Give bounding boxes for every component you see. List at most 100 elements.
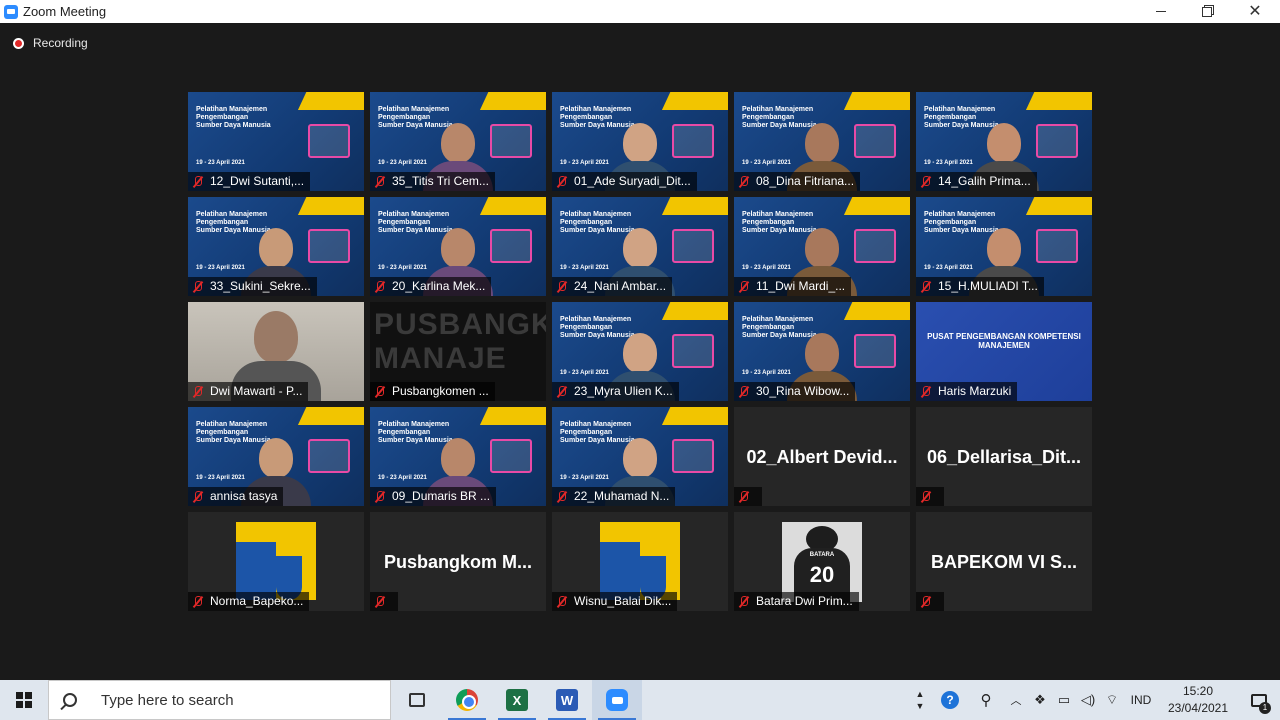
banner-date: 19 - 23 April 2021	[378, 475, 427, 481]
participant-name-label: Wisnu_Balai Dik...	[552, 592, 678, 611]
chrome-icon	[456, 689, 478, 711]
banner-date: 19 - 23 April 2021	[924, 265, 973, 271]
banner-date: 19 - 23 April 2021	[560, 265, 609, 271]
participant-tile[interactable]: 06_Dellarisa_Dit...	[916, 407, 1092, 506]
muted-mic-icon	[374, 175, 386, 188]
word-icon: W	[556, 689, 578, 711]
muted-mic-icon	[920, 595, 932, 608]
participant-name-label: 01_Ade Suryadi_Dit...	[552, 172, 697, 191]
participant-tile[interactable]: Pelatihan Manajemen Pengembangan Sumber …	[552, 407, 728, 506]
participant-tile[interactable]: Norma_Bapeko...	[188, 512, 364, 611]
minimize-button[interactable]	[1138, 0, 1184, 23]
participant-tile[interactable]: Pelatihan Manajemen Pengembangan Sumber …	[916, 197, 1092, 296]
participant-name-label	[916, 592, 944, 611]
pu-logo-avatar	[236, 522, 316, 600]
banner-date: 19 - 23 April 2021	[742, 160, 791, 166]
participant-name-label: 30_Rina Wibow...	[734, 382, 856, 401]
participant-name: annisa tasya	[210, 489, 278, 503]
tray-help[interactable]: ?	[932, 680, 968, 720]
participant-tile[interactable]: Pusbangkom M...	[370, 512, 546, 611]
participant-tile[interactable]: 02_Albert Devid...	[734, 407, 910, 506]
action-center-button[interactable]: 1	[1238, 680, 1280, 720]
participant-name: 12_Dwi Sutanti,...	[210, 174, 305, 188]
participant-tile[interactable]: Pelatihan Manajemen Pengembangan Sumber …	[370, 92, 546, 191]
muted-mic-icon	[556, 280, 568, 293]
recording-label: Recording	[33, 36, 88, 50]
windows-logo-icon	[16, 692, 32, 708]
participant-name-label: Pusbangkomen ...	[370, 382, 495, 401]
participant-tile[interactable]: BAPEKOM VI S...	[916, 512, 1092, 611]
banner-date: 19 - 23 April 2021	[196, 475, 245, 481]
banner-date: 19 - 23 April 2021	[196, 160, 245, 166]
participant-name-label: 12_Dwi Sutanti,...	[188, 172, 311, 191]
participant-tile[interactable]: PUSBANGKO MANAJEPusbangkomen ...	[370, 302, 546, 401]
participant-name: 20_Karlina Mek...	[392, 279, 486, 293]
participant-tile[interactable]: Pelatihan Manajemen Pengembangan Sumber …	[734, 302, 910, 401]
participant-tile[interactable]: BATARA 20 Batara Dwi Prim...	[734, 512, 910, 611]
people-icon: ⚲	[980, 692, 992, 709]
clock-date: 23/04/2021	[1167, 701, 1229, 715]
restore-button[interactable]	[1184, 0, 1230, 23]
banner-date: 19 - 23 April 2021	[560, 475, 609, 481]
language-label: IND	[1130, 693, 1152, 707]
participant-tile[interactable]: Pelatihan Manajemen Pengembangan Sumber …	[370, 407, 546, 506]
participant-name-label: 35_Titis Tri Cem...	[370, 172, 495, 191]
tray-dropbox[interactable]: ❖	[1028, 680, 1052, 720]
taskbar-clock[interactable]: 15:20 23/04/2021	[1158, 683, 1238, 717]
participant-name: Norma_Bapeko...	[210, 594, 304, 608]
participant-tile[interactable]: Pelatihan Manajemen Pengembangan Sumber …	[552, 92, 728, 191]
taskbar-word[interactable]: W	[542, 680, 592, 720]
muted-mic-icon	[920, 175, 932, 188]
tray-show-hidden[interactable]: ︿	[1004, 680, 1028, 720]
muted-mic-icon	[374, 595, 386, 608]
tray-scroll-arrows[interactable]: ▲ ▼	[908, 680, 932, 720]
notification-count: 1	[1259, 702, 1271, 714]
participant-tile[interactable]: Pelatihan Manajemen Pengembangan Sumber …	[552, 197, 728, 296]
taskbar-excel[interactable]: X	[492, 680, 542, 720]
participant-tile[interactable]: Pelatihan Manajemen Pengembangan Sumber …	[916, 92, 1092, 191]
participant-tile[interactable]: Pelatihan Manajemen Pengembangan Sumber …	[188, 197, 364, 296]
tray-language[interactable]: IND	[1124, 680, 1158, 720]
participant-name-label: 11_Dwi Mardi_...	[734, 277, 852, 296]
taskbar-zoom[interactable]	[592, 680, 642, 720]
tray-wifi[interactable]: ⌔	[1100, 680, 1124, 720]
participant-tile[interactable]: Pelatihan Manajemen Pengembangan Sumber …	[734, 197, 910, 296]
banner-headline: Pelatihan Manajemen Pengembangan Sumber …	[196, 106, 271, 129]
muted-mic-icon	[192, 385, 204, 398]
taskbar-search-box[interactable]: Type here to search	[48, 680, 391, 720]
tray-battery[interactable]: ▭	[1052, 680, 1076, 720]
participant-tile[interactable]: Pelatihan Manajemen Pengembangan Sumber …	[370, 197, 546, 296]
task-view-button[interactable]	[392, 680, 442, 720]
participant-name-label: Batara Dwi Prim...	[734, 592, 859, 611]
participant-display-name: 02_Albert Devid...	[746, 447, 898, 467]
participant-tile[interactable]: Pelatihan Manajemen Pengembangan Sumber …	[188, 407, 364, 506]
participant-name: Wisnu_Balai Dik...	[574, 594, 672, 608]
taskbar-chrome[interactable]	[442, 680, 492, 720]
participant-tile[interactable]: Dwi Mawarti - P...	[188, 302, 364, 401]
participant-tile[interactable]: Pelatihan Manajemen Pengembangan Sumber …	[734, 92, 910, 191]
jersey-name: BATARA	[809, 552, 835, 558]
banner-date: 19 - 23 April 2021	[560, 160, 609, 166]
recording-icon	[13, 37, 24, 49]
participant-tile[interactable]: Pelatihan Manajemen Pengembangan Sumber …	[188, 92, 364, 191]
muted-mic-icon	[192, 175, 204, 188]
participant-tile[interactable]: Pelatihan Manajemen Pengembangan Sumber …	[552, 302, 728, 401]
participant-name: 09_Dumaris BR ...	[392, 489, 491, 503]
tray-volume[interactable]: ◁)	[1076, 680, 1100, 720]
muted-mic-icon	[374, 385, 386, 398]
close-button[interactable]: ✕	[1232, 0, 1278, 23]
participant-tile[interactable]: PUSAT PENGEMBANGAN KOMPETENSI MANAJEMEN H…	[916, 302, 1092, 401]
muted-mic-icon	[920, 490, 932, 503]
muted-mic-icon	[738, 595, 750, 608]
participant-tile[interactable]: Wisnu_Balai Dik...	[552, 512, 728, 611]
participant-name: Dwi Mawarti - P...	[210, 384, 303, 398]
participant-name-label: Haris Marzuki	[916, 382, 1018, 401]
participant-name: 22_Muhamad N...	[574, 489, 670, 503]
participant-name: 35_Titis Tri Cem...	[392, 174, 489, 188]
recording-indicator[interactable]: Recording	[13, 36, 88, 50]
task-view-icon	[409, 693, 425, 707]
tray-people[interactable]: ⚲	[968, 680, 1004, 720]
restore-icon	[1202, 6, 1212, 17]
start-button[interactable]	[0, 680, 48, 720]
participant-name-label: 09_Dumaris BR ...	[370, 487, 497, 506]
